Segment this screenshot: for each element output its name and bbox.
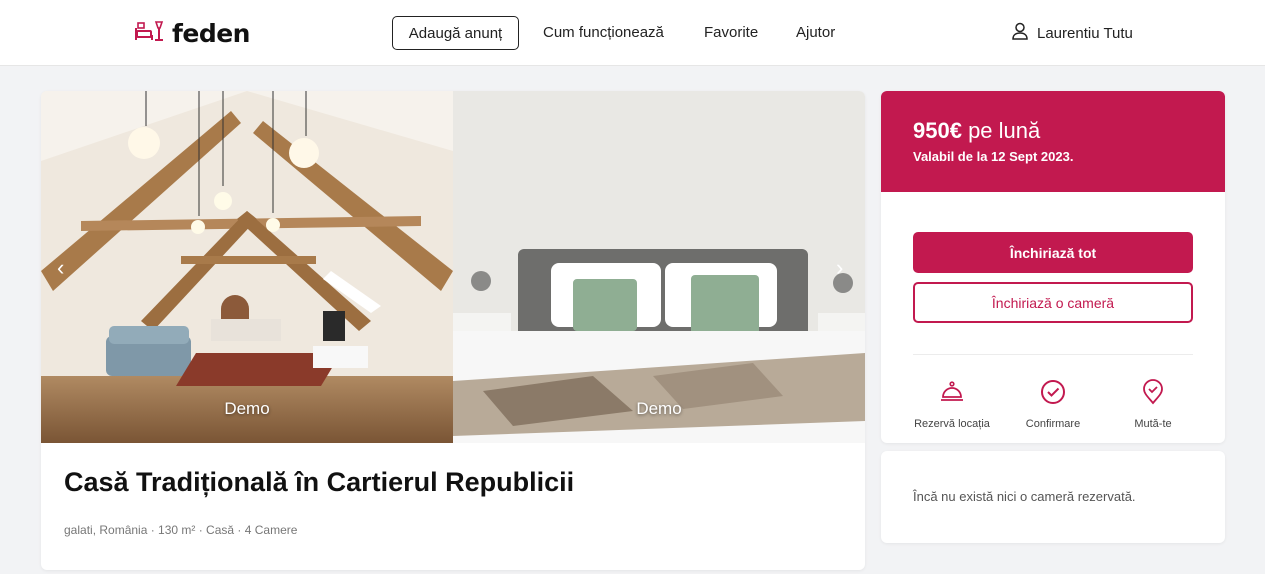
feature-move-in: Mută-te	[1108, 379, 1198, 430]
listing-photo[interactable]: Demo	[453, 91, 865, 443]
nav-how-it-works[interactable]: Cum funcționează	[543, 24, 664, 41]
listing-card: Demo Demo ‹ › Casă Tradițională în Carti…	[41, 91, 865, 570]
rent-all-button[interactable]: Închiriază tot	[913, 232, 1193, 273]
reserved-rooms-card: Încă nu există nici o cameră rezervată.	[881, 451, 1225, 543]
check-circle-icon	[1040, 380, 1066, 409]
nav-help[interactable]: Ajutor	[796, 24, 835, 41]
listing-meta: galati, România · 130 m² · Casă · 4 Came…	[64, 523, 298, 537]
add-listing-button[interactable]: Adaugă anunț	[392, 16, 519, 50]
nav-favorites[interactable]: Favorite	[704, 24, 758, 41]
location-check-icon	[1140, 379, 1166, 409]
logo[interactable]: feden	[134, 18, 250, 49]
divider	[913, 354, 1193, 355]
logo-text: feden	[172, 19, 250, 48]
user-menu[interactable]: Laurentiu Tutu	[1011, 22, 1133, 44]
reception-bell-icon	[939, 381, 965, 409]
feature-label: Rezervă locația	[914, 418, 990, 430]
listing-photo[interactable]: Demo	[41, 91, 453, 443]
price-period: pe lună	[961, 118, 1041, 143]
gallery-prev-icon[interactable]: ‹	[57, 255, 64, 281]
logo-icon	[134, 18, 164, 49]
feature-reserve: Rezervă locația	[907, 379, 997, 430]
photo-gallery[interactable]: Demo Demo ‹ ›	[41, 91, 865, 443]
user-name: Laurentiu Tutu	[1037, 24, 1133, 42]
price-amount: 950€ pe lună	[913, 118, 1040, 144]
price-validity: Valabil de la 12 Sept 2023.	[913, 149, 1074, 164]
gallery-next-icon[interactable]: ›	[836, 255, 843, 281]
photo-caption: Demo	[224, 399, 270, 418]
price-header: 950€ pe lună Valabil de la 12 Sept 2023.	[881, 91, 1225, 192]
price-card: 950€ pe lună Valabil de la 12 Sept 2023.…	[881, 91, 1225, 443]
feature-label: Confirmare	[1025, 418, 1081, 430]
no-rooms-message: Încă nu există nici o cameră rezervată.	[913, 489, 1136, 504]
top-header: feden Adaugă anunț Cum funcționează Favo…	[0, 0, 1265, 66]
feature-label: Mută-te	[1134, 418, 1172, 430]
price-value: 950€	[913, 118, 962, 143]
feature-confirm: Confirmare	[1008, 379, 1098, 430]
rent-room-button[interactable]: Închiriază o cameră	[913, 282, 1193, 323]
photo-caption: Demo	[636, 399, 682, 418]
listing-title: Casă Tradițională în Cartierul Republici…	[64, 467, 575, 497]
user-icon	[1011, 22, 1029, 44]
